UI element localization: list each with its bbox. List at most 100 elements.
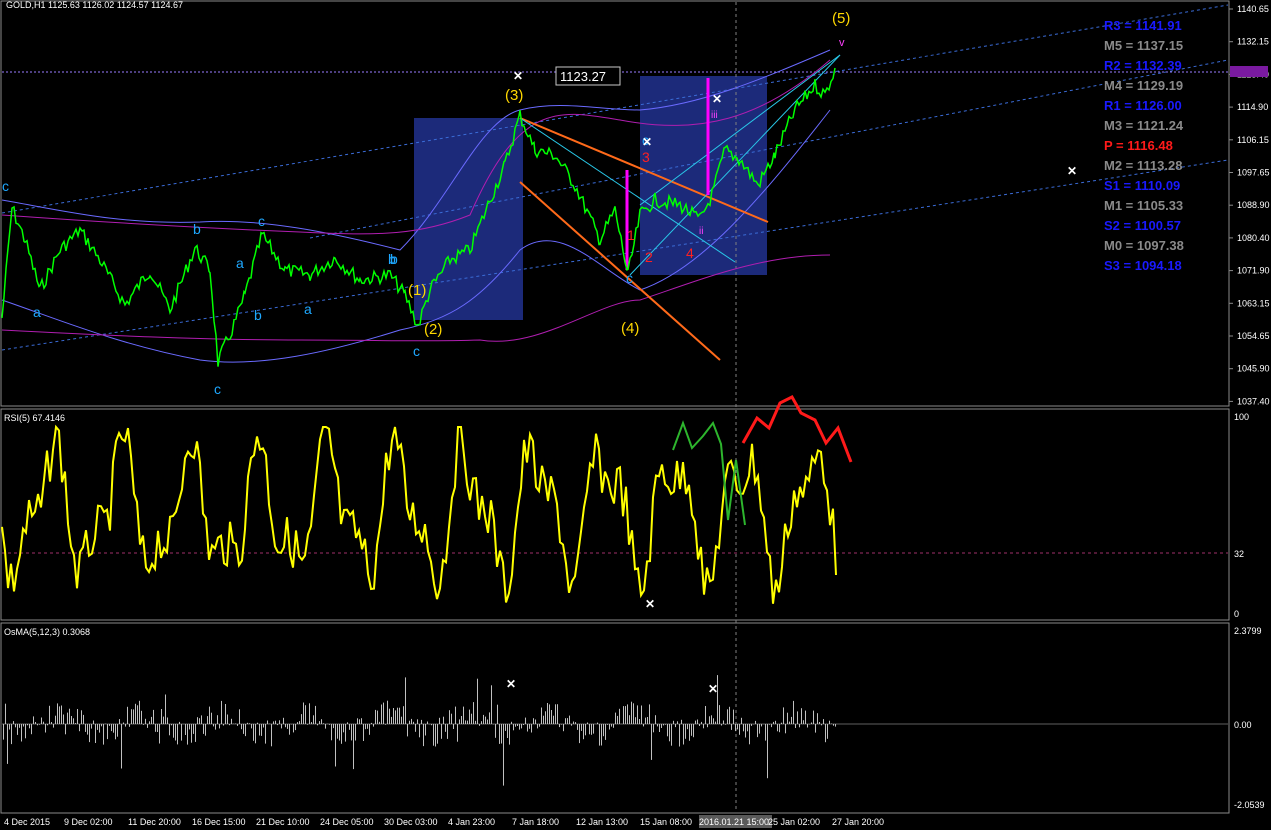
wave-label-a: a [33, 304, 41, 320]
price-axis-tick: 1132.15 [1237, 37, 1269, 47]
osma-bar [205, 724, 206, 736]
osma-bar [735, 724, 736, 732]
osma-bar [501, 724, 502, 744]
osma-bar [655, 715, 656, 724]
osma-bar [591, 724, 592, 735]
rsi-red-arrow [741, 395, 853, 463]
osma-bar [469, 709, 470, 724]
osma-bar [203, 724, 204, 734]
osma-bar [569, 715, 570, 724]
osma-bar [249, 723, 250, 724]
osma-bar [479, 724, 480, 726]
osma-bar [601, 724, 602, 746]
wave-label-1: 1 [627, 227, 635, 243]
osma-bar [659, 724, 660, 732]
osma-bar [489, 712, 490, 724]
osma-bar [793, 700, 794, 724]
osma-bar [545, 711, 546, 724]
osma-bar [813, 710, 814, 724]
price-axis-tick: 1037.40 [1237, 396, 1270, 406]
osma-bar [695, 720, 696, 724]
osma-bar [275, 720, 276, 724]
osma-bar [213, 724, 214, 727]
osma-bar [113, 724, 114, 733]
osma-bar [593, 724, 594, 734]
osma-bar [345, 724, 346, 742]
price-axis-tick: 1080.40 [1237, 233, 1270, 243]
channel-lines [1, 4, 1229, 351]
time-axis-label: 11 Dec 20:00 [128, 817, 181, 827]
osma-bar [263, 724, 264, 728]
time-axis-label: 15 Jan 08:00 [640, 817, 692, 827]
osma-bar [539, 724, 540, 727]
osma-bar [293, 724, 294, 733]
osma-bar [411, 718, 412, 724]
osma-bar [495, 724, 496, 738]
pivot-level: M0 = 1097.38 [1104, 238, 1184, 253]
osma-bar [583, 724, 584, 740]
price-axis-tick: 1114.90 [1237, 102, 1268, 112]
osma-bar [287, 724, 288, 729]
osma-bar [481, 721, 482, 724]
osma-bar [395, 710, 396, 724]
osma-bar [699, 724, 700, 726]
pivot-levels-list: R3 = 1141.91 M5 = 1137.15 R2 = 1132.39 M4 =… [1104, 18, 1184, 273]
osma-bar [271, 724, 272, 747]
osma-bar [309, 703, 310, 724]
osma-bar [791, 716, 792, 724]
osma-bar [33, 716, 34, 724]
x-marker-icon: ✕ [1067, 164, 1077, 178]
osma-bar [41, 717, 42, 724]
osma-bar [45, 724, 46, 733]
osma-bar [615, 712, 616, 724]
time-axis-label: 4 Jan 23:00 [448, 817, 495, 827]
trading-chart[interactable]: (1) (2) (3) (4) (5) c a b c a b c b a b … [0, 0, 1271, 830]
osma-bar [125, 724, 126, 727]
osma-bar [141, 710, 142, 724]
osma-bar [467, 720, 468, 724]
osma-bar [805, 710, 806, 724]
price-axis-tick: 1045.90 [1237, 364, 1270, 374]
osma-bar [497, 704, 498, 724]
osma-bar [97, 724, 98, 730]
osma-bar [363, 724, 364, 741]
pivot-level: R1 = 1126.00 [1104, 98, 1182, 113]
osma-bar [555, 704, 556, 724]
x-marker-icon: ✕ [506, 677, 516, 691]
osma-bar [573, 721, 574, 724]
osma-bar [355, 724, 356, 741]
wave-label-3: (3) [505, 87, 523, 104]
pivot-level: M4 = 1129.19 [1104, 78, 1183, 93]
osma-bar [719, 705, 720, 724]
osma-bar [347, 722, 348, 724]
osma-bar [333, 724, 334, 729]
osma-bar [95, 724, 96, 743]
pivot-level: M3 = 1121.24 [1104, 118, 1184, 133]
osma-bar [7, 724, 8, 764]
osma-bar [21, 724, 22, 742]
osma-bar [365, 724, 366, 730]
osma-bar [445, 724, 446, 732]
osma-bar [721, 724, 722, 726]
osma-bar [243, 724, 244, 734]
osma-bar [829, 720, 830, 724]
osma-bar [23, 724, 24, 727]
osma-bar [283, 717, 284, 724]
osma-bar [189, 724, 190, 730]
osma-bar [633, 703, 634, 724]
osma-bar [25, 724, 26, 739]
pivot-level: M2 = 1113.28 [1104, 158, 1182, 173]
osma-bar [159, 724, 160, 744]
osma-bar [13, 721, 14, 724]
osma-bar [237, 724, 238, 726]
osma-bar [473, 702, 474, 724]
osma-bar [127, 706, 128, 724]
osma-bar [643, 724, 644, 727]
x-markers: ✕ ✕ ✕ ✕ ✕ ✕ ✕ [506, 69, 1077, 696]
osma-bar [281, 724, 282, 729]
osma-axis-tick: -2.0539 [1234, 800, 1265, 810]
osma-bar [543, 715, 544, 724]
osma-bar [207, 716, 208, 724]
osma-bar [307, 724, 308, 725]
osma-bar [101, 724, 102, 727]
